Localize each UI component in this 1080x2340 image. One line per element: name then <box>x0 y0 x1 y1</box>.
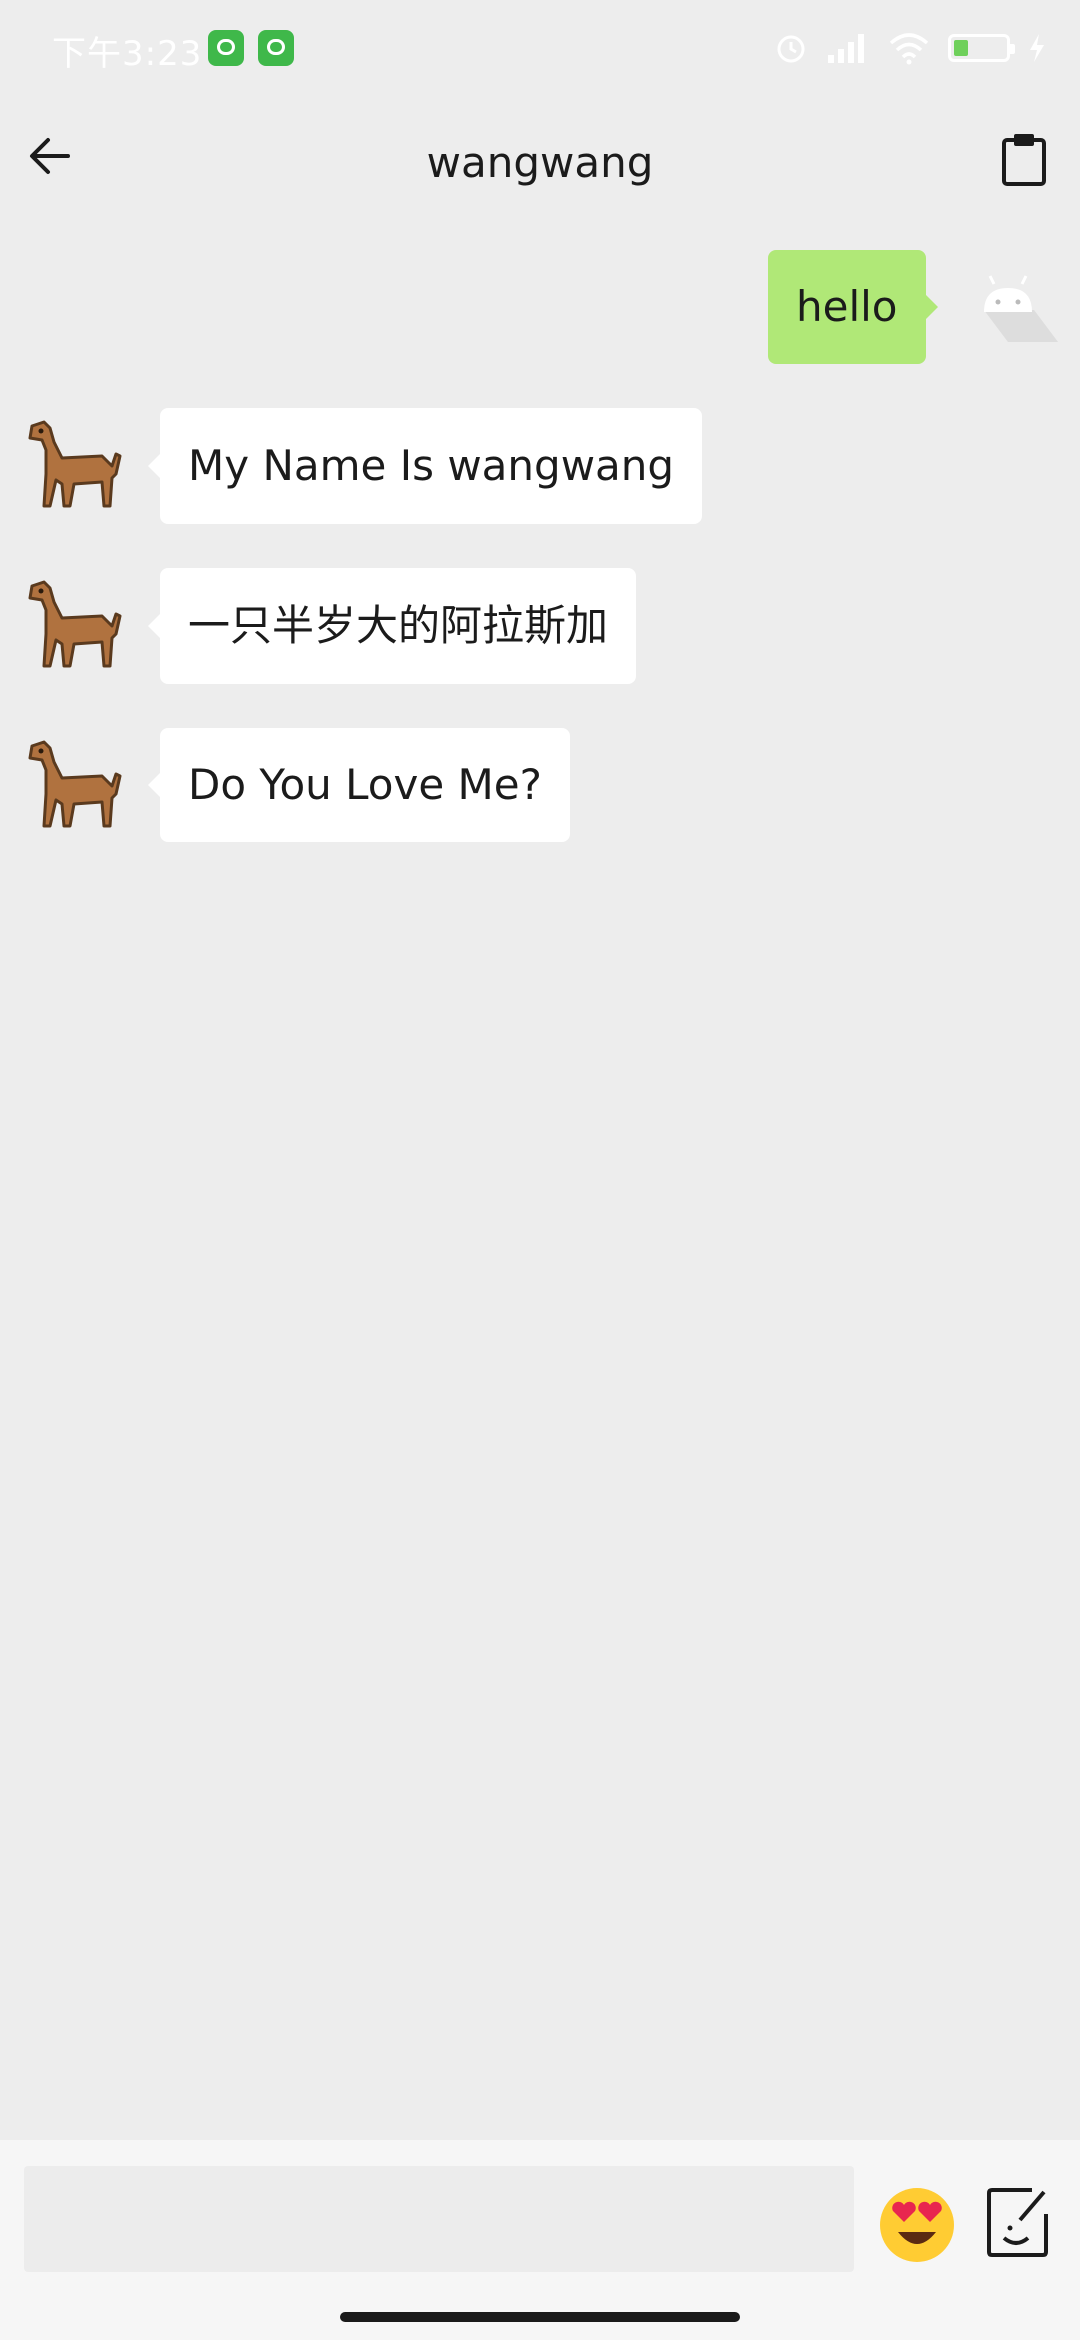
dog-avatar-icon <box>28 740 122 828</box>
battery-icon <box>948 34 1015 62</box>
chat-title: wangwang <box>426 138 654 187</box>
composer-bar <box>0 2140 1080 2340</box>
message-text: hello <box>796 282 898 331</box>
emoji-button[interactable] <box>878 2186 956 2264</box>
dog-avatar[interactable] <box>24 414 124 514</box>
chat-header: wangwang <box>0 96 1080 234</box>
my-avatar[interactable] <box>960 262 1060 362</box>
message-text: Do You Love Me? <box>188 760 542 809</box>
status-time: 下午3:23 <box>52 34 203 74</box>
message-text: 一只半岁大的阿拉斯加 <box>188 601 609 650</box>
status-indicators <box>774 30 1046 66</box>
outgoing-message-bubble[interactable]: hello <box>768 250 937 364</box>
dog-avatar[interactable] <box>24 734 124 834</box>
edit-button[interactable] <box>986 2184 1052 2258</box>
charging-icon <box>1030 34 1044 62</box>
dog-avatar-icon <box>28 420 122 508</box>
dog-avatar[interactable] <box>24 574 124 674</box>
app-notification-icon <box>208 30 244 66</box>
wifi-icon <box>889 33 929 65</box>
dog-avatar-icon <box>28 580 122 668</box>
signal-icon <box>828 34 864 63</box>
message-text: My Name Is wangwang <box>188 441 675 490</box>
incoming-message-bubble[interactable]: Do You Love Me? <box>148 728 570 842</box>
android-avatar-icon <box>984 275 1058 342</box>
status-bar: 下午3:23 <box>0 0 1080 96</box>
alarm-icon <box>777 35 805 63</box>
incoming-message-bubble[interactable]: My Name Is wangwang <box>147 408 703 524</box>
incoming-message-bubble[interactable]: 一只半岁大的阿拉斯加 <box>147 568 637 684</box>
app-notification-icon <box>258 30 294 66</box>
clipboard-button[interactable] <box>1000 132 1060 192</box>
heart-eyes-emoji-icon <box>880 2188 954 2262</box>
clipboard-icon <box>1002 134 1046 186</box>
home-indicator[interactable] <box>340 2312 740 2322</box>
message-input[interactable] <box>24 2166 854 2272</box>
edit-smile-icon <box>987 2188 1048 2257</box>
